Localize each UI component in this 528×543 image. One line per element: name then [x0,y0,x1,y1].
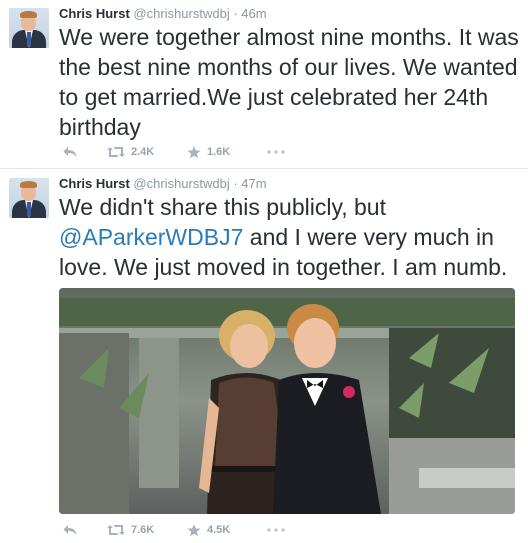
retweet-icon [107,525,125,535]
avatar[interactable] [9,8,49,48]
reply-icon [63,525,77,535]
favorite-button[interactable]: 1.6K [187,142,230,162]
star-icon [187,145,201,158]
retweet-count: 7.6K [131,524,155,536]
retweet-button[interactable]: 7.6K [107,520,154,540]
tweet-divider [0,168,528,169]
timestamp[interactable]: 47m [241,176,266,191]
author-handle[interactable]: @chrishurstwdbj [133,6,229,21]
timestamp[interactable]: 46m [241,6,266,21]
author-handle[interactable]: @chrishurstwdbj [133,176,229,191]
tweet-text-part: We didn't share this publicly, but [59,194,386,220]
author-name[interactable]: Chris Hurst [59,6,130,21]
author-name[interactable]: Chris Hurst [59,176,130,191]
retweet-count: 2.4K [131,146,155,158]
more-icon [267,150,285,154]
reply-icon [63,147,77,157]
separator-dot: · [233,176,238,191]
couple-photo [59,288,515,514]
more-button[interactable] [267,520,285,540]
separator-dot: · [233,6,238,21]
mention-link[interactable]: @AParkerWDBJ7 [59,224,243,250]
more-icon [267,528,285,532]
avatar[interactable] [9,178,49,218]
tweet[interactable]: Chris Hurst @chrishurstwdbj · 47m We did… [0,170,528,543]
more-button[interactable] [267,142,285,162]
tweet-header: Chris Hurst @chrishurstwdbj · 46m [59,6,267,21]
tweet[interactable]: Chris Hurst @chrishurstwdbj · 46m We wer… [0,0,528,168]
favorite-count: 4.5K [207,524,231,536]
favorite-button[interactable]: 4.5K [187,520,230,540]
tweet-photo[interactable] [59,288,515,514]
tweet-header: Chris Hurst @chrishurstwdbj · 47m [59,176,267,191]
tweet-text: We were together almost nine months. It … [59,24,519,140]
favorite-count: 1.6K [207,146,231,158]
retweet-button[interactable]: 2.4K [107,142,154,162]
retweet-icon [107,147,125,157]
reply-button[interactable] [63,520,77,540]
reply-button[interactable] [63,142,77,162]
tweet-text: We didn't share this publicly, but @APar… [59,192,521,282]
star-icon [187,523,201,536]
